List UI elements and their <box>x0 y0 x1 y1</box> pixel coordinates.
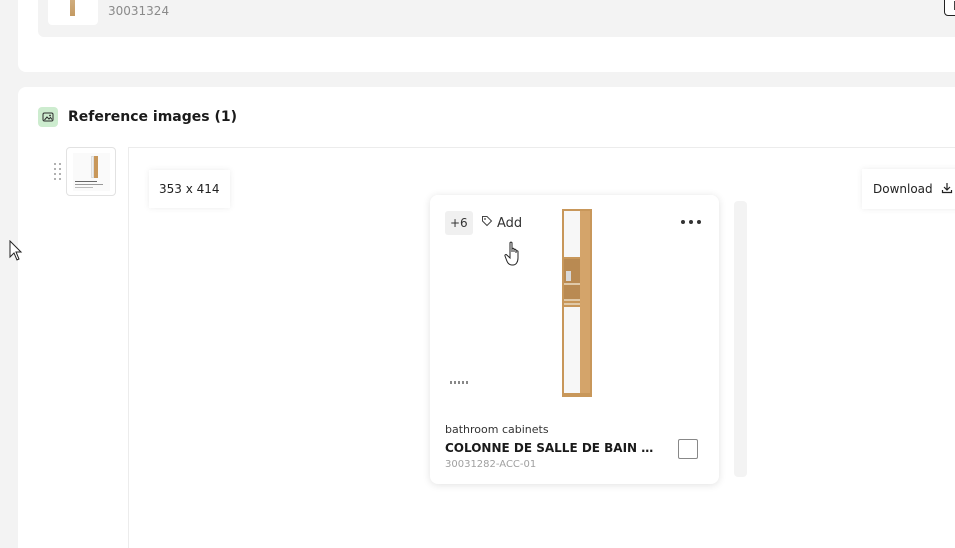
scrollbar[interactable] <box>734 201 747 477</box>
watermark-mark <box>450 381 468 384</box>
previous-panel: 30031324 Do <box>18 0 955 72</box>
image-dimensions-badge: 353 x 414 <box>149 170 230 208</box>
image-icon <box>38 107 58 127</box>
add-tag-label: Add <box>497 215 523 231</box>
previous-item-thumbnail[interactable] <box>48 0 98 25</box>
tag-icon <box>481 215 497 231</box>
previous-item-row: 30031324 <box>38 0 955 37</box>
product-sku: 30031282-ACC-01 <box>445 459 537 470</box>
download-icon <box>941 182 953 197</box>
product-image: +6 Add <box>430 195 719 409</box>
reference-images-header: Reference images (1) <box>38 107 237 127</box>
cursor-hand-icon <box>504 241 519 266</box>
product-name: COLONNE DE SALLE DE BAIN TOM ... <box>445 441 655 455</box>
tag-count-badge[interactable]: +6 <box>445 211 473 235</box>
reference-images-title: Reference images (1) <box>68 109 237 125</box>
drag-handle-icon[interactable] <box>54 163 64 181</box>
cursor-arrow-icon <box>9 240 23 261</box>
product-card[interactable]: +6 Add bathroom cabinets COLONNE DE SALL… <box>430 195 719 484</box>
download-button[interactable]: Download <box>862 169 955 209</box>
top-download-button[interactable]: Do <box>944 0 955 16</box>
product-select-checkbox[interactable] <box>678 439 698 459</box>
add-tag-button[interactable]: Add <box>481 211 522 235</box>
product-category: bathroom cabinets <box>445 423 549 436</box>
reference-image-thumbnail[interactable] <box>66 147 116 196</box>
download-label: Download <box>873 182 933 196</box>
previous-item-sku: 30031324 <box>108 4 170 18</box>
image-viewer: 353 x 414 Download +6 Add bathroom cabin… <box>128 147 955 548</box>
more-options-icon[interactable] <box>681 217 701 227</box>
reference-images-panel: Reference images (1) 353 x 414 Download … <box>18 87 955 548</box>
bathroom-cabinet-illustration <box>562 209 592 397</box>
